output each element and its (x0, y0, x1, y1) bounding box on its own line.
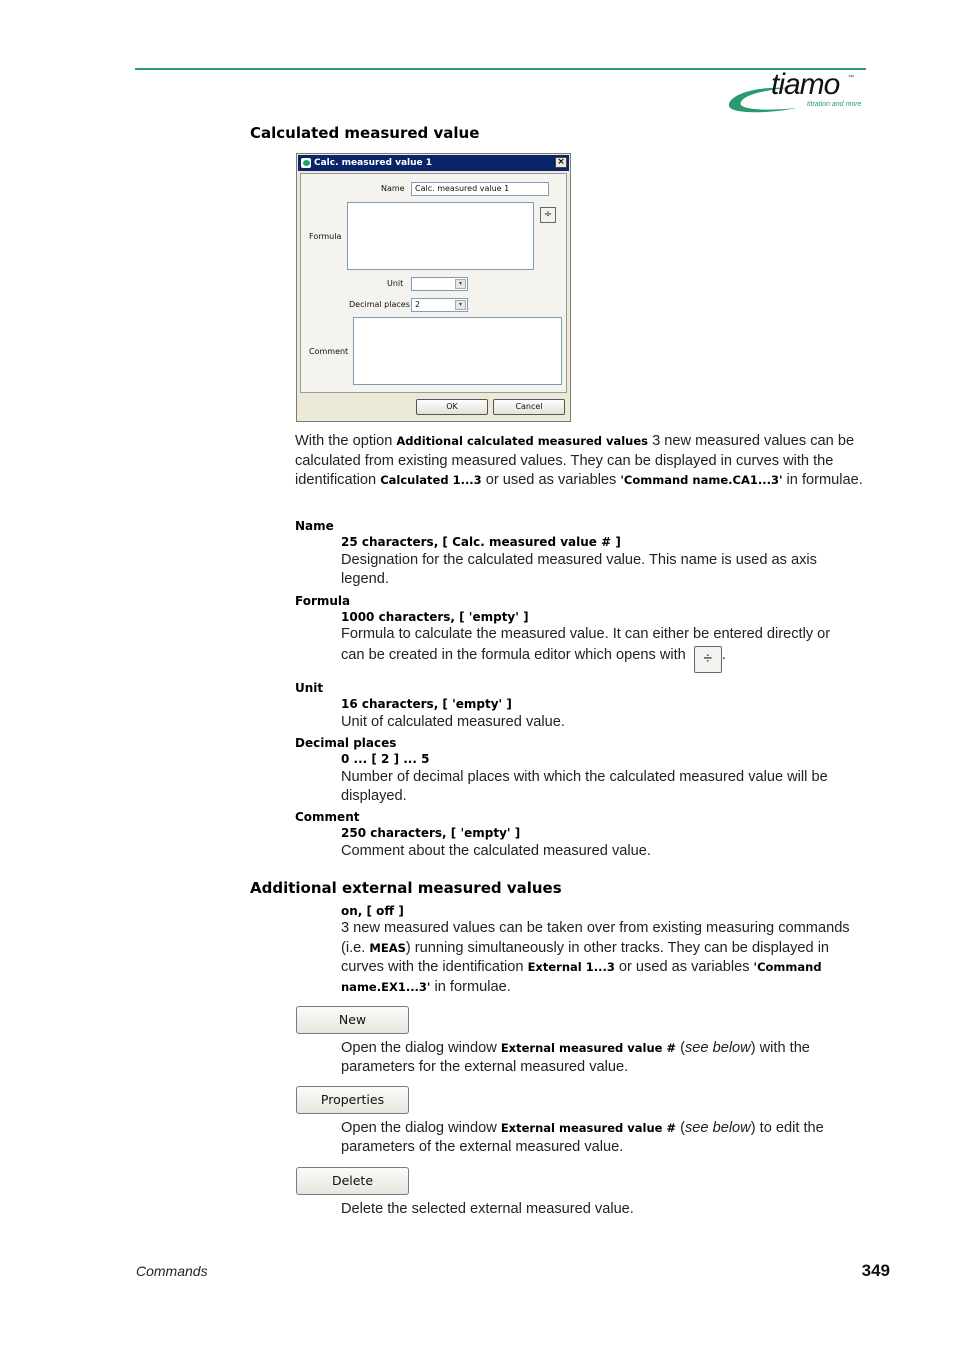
external-paragraph: 3 new measured values can be taken over … (341, 919, 861, 997)
formula-label: Formula (309, 232, 342, 241)
param-unit-range: 16 characters, [ 'empty' ] (341, 697, 512, 711)
param-unit-desc: Unit of calculated measured value. (341, 714, 565, 730)
param-comment-range: 250 characters, [ 'empty' ] (341, 826, 521, 840)
chevron-down-icon[interactable]: ▾ (455, 279, 466, 289)
logo-tm: ™ (848, 75, 854, 81)
comment-label: Comment (309, 347, 349, 356)
desc-italic: see below (685, 1040, 751, 1056)
ok-button[interactable]: OK (416, 399, 488, 415)
param-formula-desc-2: can be created in the formula editor whi… (341, 646, 871, 673)
intro-bold-variable: 'Command name.CA1...3' (620, 473, 783, 487)
delete-button-desc: Delete the selected external measured va… (341, 1201, 634, 1217)
unit-label: Unit (387, 279, 404, 288)
unit-combobox[interactable]: ▾ (411, 277, 468, 291)
page-number: 349 (861, 1261, 890, 1280)
logo-tagline: titration and more (807, 101, 862, 108)
section-heading-external: Additional external measured values (250, 879, 562, 897)
formula-textarea[interactable] (347, 202, 534, 270)
desc-bold-dialog: External measured value # (500, 1121, 677, 1135)
intro-text: in formulae. (782, 472, 863, 488)
name-label: Name (381, 184, 405, 193)
desc-italic: see below (685, 1120, 751, 1136)
intro-text: With the option (295, 433, 397, 449)
param-formula-desc-end: . (721, 647, 726, 663)
new-button[interactable]: New (296, 1006, 409, 1034)
decimal-places-label: Decimal places (349, 300, 410, 309)
external-text: in formulae. (430, 978, 511, 995)
decimal-places-combobox[interactable]: 2 ▾ (411, 298, 468, 312)
param-decimal-range: 0 ... [ 2 ] ... 5 (341, 752, 430, 766)
external-bold-meas: MEAS (369, 940, 406, 955)
intro-bold-option: Additional calculated measured values (396, 434, 649, 448)
tiamo-logo: tiamo ™ titration and more (727, 68, 867, 116)
footer-section: Commands (136, 1263, 208, 1279)
desc-bold-dialog: External measured value # (500, 1041, 677, 1055)
desc-text: Open the dialog window (341, 1040, 501, 1056)
desc-text: ( (676, 1040, 685, 1056)
external-text: or used as variables (614, 959, 754, 975)
properties-button[interactable]: Properties (296, 1086, 409, 1114)
intro-text: or used as variables (481, 472, 621, 488)
param-formula-desc: Formula to calculate the measured value.… (341, 626, 831, 642)
param-comment-label: Comment (295, 810, 360, 824)
desc-text: ( (676, 1120, 685, 1136)
dialog-panel: Name Calc. measured value 1 Formula ÷ Un… (300, 173, 567, 393)
param-formula-desc-text: can be created in the formula editor whi… (341, 647, 686, 663)
header-rule (135, 68, 866, 70)
param-name-range: 25 characters, [ Calc. measured value # … (341, 535, 621, 549)
formula-editor-icon[interactable]: ÷ (540, 207, 556, 223)
desc-text: Open the dialog window (341, 1120, 501, 1136)
param-formula-label: Formula (295, 594, 351, 608)
name-input[interactable]: Calc. measured value 1 (411, 182, 549, 196)
param-unit-label: Unit (295, 681, 324, 695)
param-decimal-desc: Number of decimal places with which the … (341, 769, 828, 804)
app-icon (301, 158, 311, 168)
param-name-desc: Designation for the calculated measured … (341, 552, 817, 587)
dialog-titlebar[interactable]: Calc. measured value 1 × (298, 155, 569, 171)
logo-text: tiamo (771, 68, 840, 101)
properties-button-desc: Open the dialog window External measured… (341, 1119, 866, 1157)
param-name-label: Name (295, 519, 334, 533)
new-button-desc: Open the dialog window External measured… (341, 1039, 866, 1077)
delete-button[interactable]: Delete (296, 1167, 409, 1195)
close-icon[interactable]: × (555, 157, 567, 168)
decimal-places-value: 2 (415, 300, 421, 309)
external-bold-identification: External 1...3 (527, 960, 615, 974)
chevron-down-icon[interactable]: ▾ (455, 300, 466, 310)
calc-measured-value-dialog: Calc. measured value 1 × Name Calc. meas… (296, 153, 571, 422)
dialog-title: Calc. measured value 1 (314, 158, 433, 168)
external-range: on, [ off ] (341, 904, 404, 918)
param-comment-desc: Comment about the calculated measured va… (341, 843, 651, 859)
param-formula-range: 1000 characters, [ 'empty' ] (341, 610, 529, 624)
cancel-button[interactable]: Cancel (493, 399, 565, 415)
param-decimal-label: Decimal places (295, 736, 397, 750)
intro-bold-identification: Calculated 1...3 (380, 473, 482, 487)
section-heading-calculated: Calculated measured value (250, 124, 480, 142)
formula-editor-icon: ÷ (693, 646, 722, 673)
intro-paragraph: With the option Additional calculated me… (295, 432, 865, 491)
comment-textarea[interactable] (353, 317, 562, 385)
